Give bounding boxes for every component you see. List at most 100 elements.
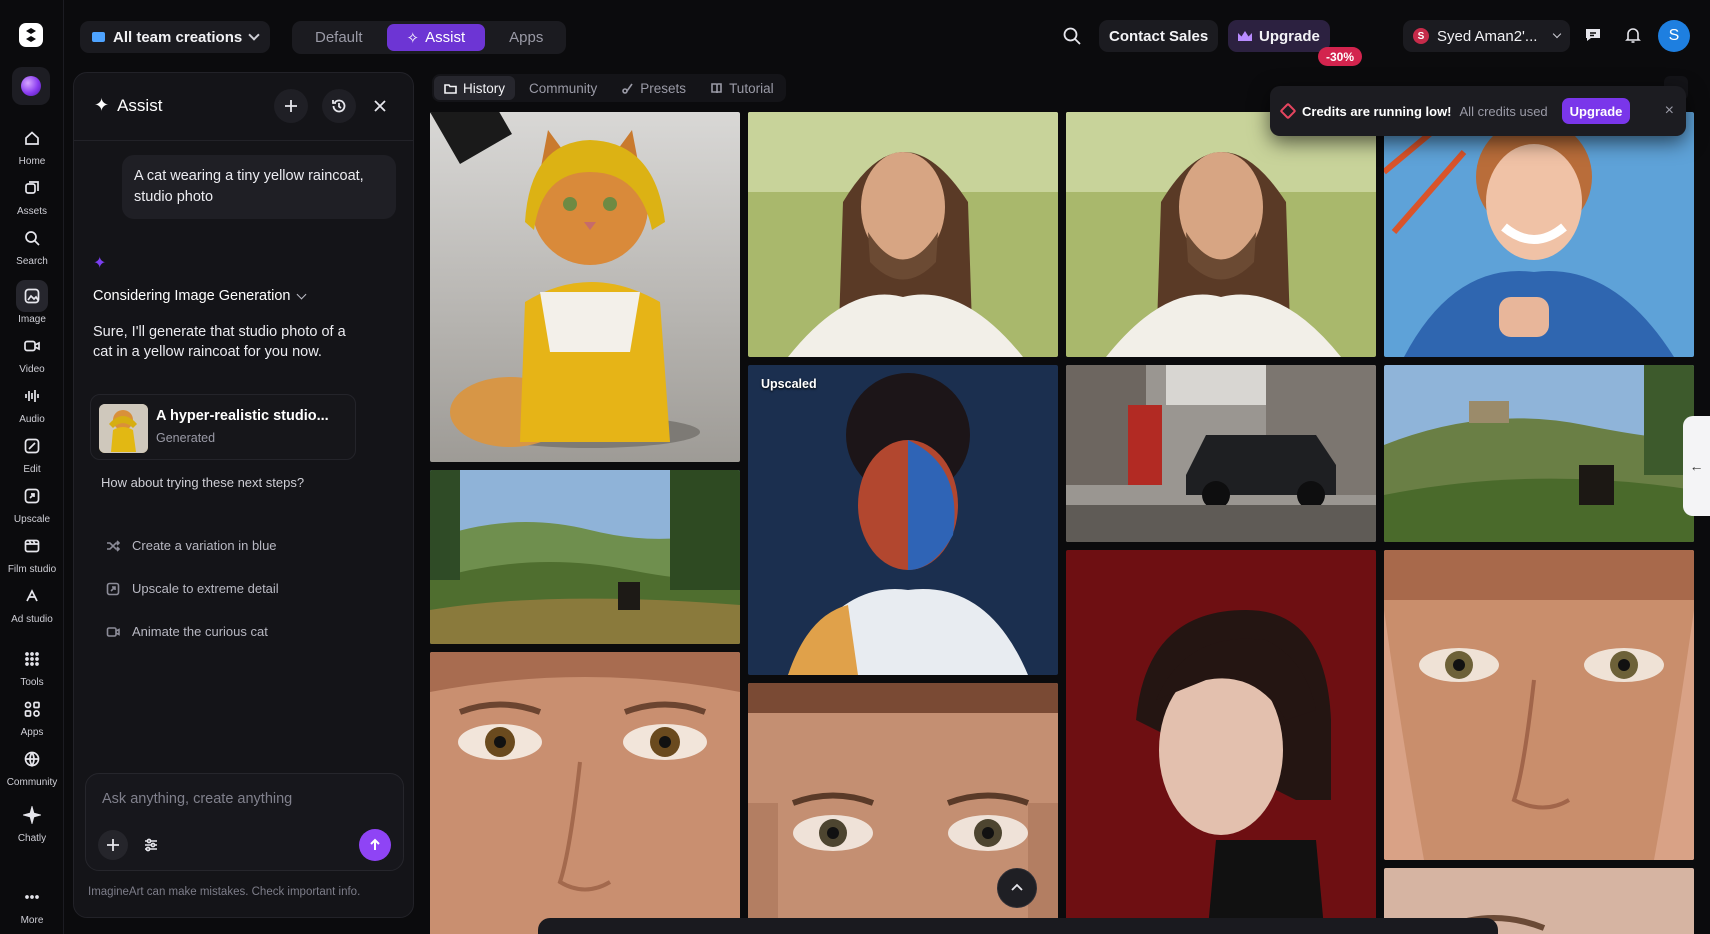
bottom-dock [538, 918, 1498, 934]
rail-item-home[interactable]: Home [0, 122, 64, 167]
mode-default-label: Default [315, 29, 363, 46]
video-icon [16, 330, 48, 362]
gallery-image-tuscan-hills[interactable] [430, 470, 740, 644]
rail-item-chatly[interactable]: Chatly [0, 799, 64, 844]
considering-toggle[interactable]: Considering Image Generation [93, 288, 307, 304]
workspace-name: Syed Aman2'... [1437, 27, 1538, 45]
bell-icon[interactable] [1623, 25, 1645, 47]
rail-item-upscale[interactable]: Upscale [0, 480, 64, 525]
tab-tutorial[interactable]: Tutorial [700, 76, 784, 100]
rail-item-audio[interactable]: Audio [0, 380, 64, 425]
gallery-image-man-meadow-2[interactable] [1066, 112, 1376, 357]
presets-icon [622, 83, 633, 94]
rail-item-apps[interactable]: Apps [0, 693, 64, 738]
rail-item-edit[interactable]: Edit [0, 430, 64, 475]
app-logo-icon[interactable] [18, 22, 44, 48]
next-step-label: Create a variation in blue [132, 538, 277, 553]
shuffle-icon [107, 539, 120, 552]
audio-icon [16, 380, 48, 412]
edit-icon [16, 430, 48, 462]
composer [85, 773, 404, 871]
mode-apps[interactable]: Apps [489, 24, 563, 51]
gallery-image-cat[interactable] [430, 112, 740, 462]
mode-assist[interactable]: ✧ Assist [386, 24, 486, 51]
globe-icon [16, 743, 48, 775]
book-icon [711, 82, 722, 93]
contact-sales-label: Contact Sales [1109, 27, 1209, 45]
arrow-left-icon: ← [1689, 458, 1704, 474]
assist-header: ✦ Assist [74, 73, 413, 141]
tab-history[interactable]: History [434, 76, 516, 100]
rail-item-more[interactable]: More [0, 881, 64, 926]
user-message: A cat wearing a tiny yellow raincoat, st… [122, 155, 396, 219]
rail-item-label: Community [6, 777, 58, 788]
left-rail: Home Assets Search Image Video Audio Edit Upsca… [0, 0, 64, 934]
rail-item-search[interactable]: Search [0, 222, 64, 267]
rail-item-label: Edit [23, 464, 41, 475]
close-panel-button[interactable] [363, 89, 397, 123]
collapse-side-tab[interactable]: ← [1683, 416, 1710, 516]
rail-item-image[interactable]: Image [0, 280, 64, 325]
tab-community[interactable]: Community [519, 76, 607, 100]
tab-presets[interactable]: Presets [611, 76, 696, 100]
chevron-up-icon [1011, 883, 1023, 891]
gallery-image-playground-girl[interactable] [1384, 112, 1694, 357]
crown-icon [1238, 31, 1252, 41]
gallery-image-man-meadow-1[interactable] [748, 112, 1058, 357]
orb-icon [21, 76, 41, 96]
tab-label: Presets [640, 80, 687, 96]
user-avatar[interactable]: S [1658, 20, 1690, 52]
feedback-icon[interactable] [1583, 25, 1605, 47]
credits-toast: Credits are running low! All credits use… [1270, 86, 1686, 136]
rail-item-label: Image [18, 314, 46, 325]
attach-button[interactable] [98, 830, 128, 860]
contact-sales-button[interactable]: Contact Sales [1099, 20, 1219, 52]
chevron-down-icon [248, 29, 260, 41]
upscaled-badge: Upscaled [761, 377, 817, 391]
next-step-upscale[interactable]: Upscale to extreme detail [106, 581, 279, 596]
sparkle-icon: ✦ [94, 95, 110, 115]
team-selector[interactable]: All team creations [80, 21, 271, 53]
next-step-variation[interactable]: Create a variation in blue [106, 538, 277, 553]
upgrade-button[interactable]: Upgrade [1228, 20, 1330, 52]
rail-item-film-studio[interactable]: Film studio [0, 530, 64, 575]
portrait-image [748, 365, 1058, 675]
rail-item-community[interactable]: Community [0, 743, 64, 788]
gallery-image-freckles-1[interactable] [430, 652, 740, 934]
rail-item-assets[interactable]: Assets [0, 172, 64, 217]
new-chat-button[interactable] [274, 89, 308, 123]
send-button[interactable] [359, 829, 391, 861]
rail-item-ad-studio[interactable]: Ad studio [0, 580, 64, 625]
street-image [1066, 365, 1376, 542]
toast-upgrade-button[interactable]: Upgrade [1561, 98, 1631, 124]
generated-image-card[interactable]: A hyper-realistic studio... Generated [90, 394, 356, 460]
rail-item-tools[interactable]: Tools [0, 643, 64, 688]
prompt-input[interactable] [102, 788, 382, 810]
portrait-image [1066, 550, 1376, 934]
assistant-reply: Sure, I'll generate that studio photo of… [93, 324, 346, 360]
assistant-orb-button[interactable] [12, 67, 50, 105]
assistant-sparkle-icon: ✦ [93, 255, 107, 272]
mode-switcher: Default ✧ Assist Apps [292, 21, 567, 54]
settings-sliders-icon[interactable] [138, 832, 164, 858]
close-icon[interactable]: × [1665, 102, 1674, 120]
rail-item-label: Tools [20, 677, 44, 688]
tab-label: Community [529, 80, 598, 96]
app-root: Home Assets Search Image Video Audio Edit Upsca… [0, 0, 1710, 934]
mode-default[interactable]: Default [295, 24, 383, 51]
workspace-selector[interactable]: S Syed Aman2'... [1403, 20, 1570, 52]
rail-item-label: Apps [20, 727, 44, 738]
mode-apps-label: Apps [509, 29, 544, 46]
history-button[interactable] [322, 89, 356, 123]
gallery-image-freckles-hands[interactable] [1384, 550, 1694, 860]
gallery-image-bob-woman[interactable] [1066, 550, 1376, 934]
gallery-image-car-phonebooth[interactable] [1066, 365, 1376, 542]
search-icon[interactable] [1060, 24, 1084, 48]
upscale-icon [106, 582, 120, 595]
gallery-image-upscaled-portrait[interactable]: Upscaled [748, 365, 1058, 675]
gallery-image-hillside-rider[interactable] [1384, 365, 1694, 542]
scroll-to-top-button[interactable] [997, 868, 1037, 908]
rail-item-video[interactable]: Video [0, 330, 64, 375]
disclaimer: ImagineArt can make mistakes. Check impo… [88, 886, 361, 898]
next-step-animate[interactable]: Animate the curious cat [106, 624, 268, 639]
